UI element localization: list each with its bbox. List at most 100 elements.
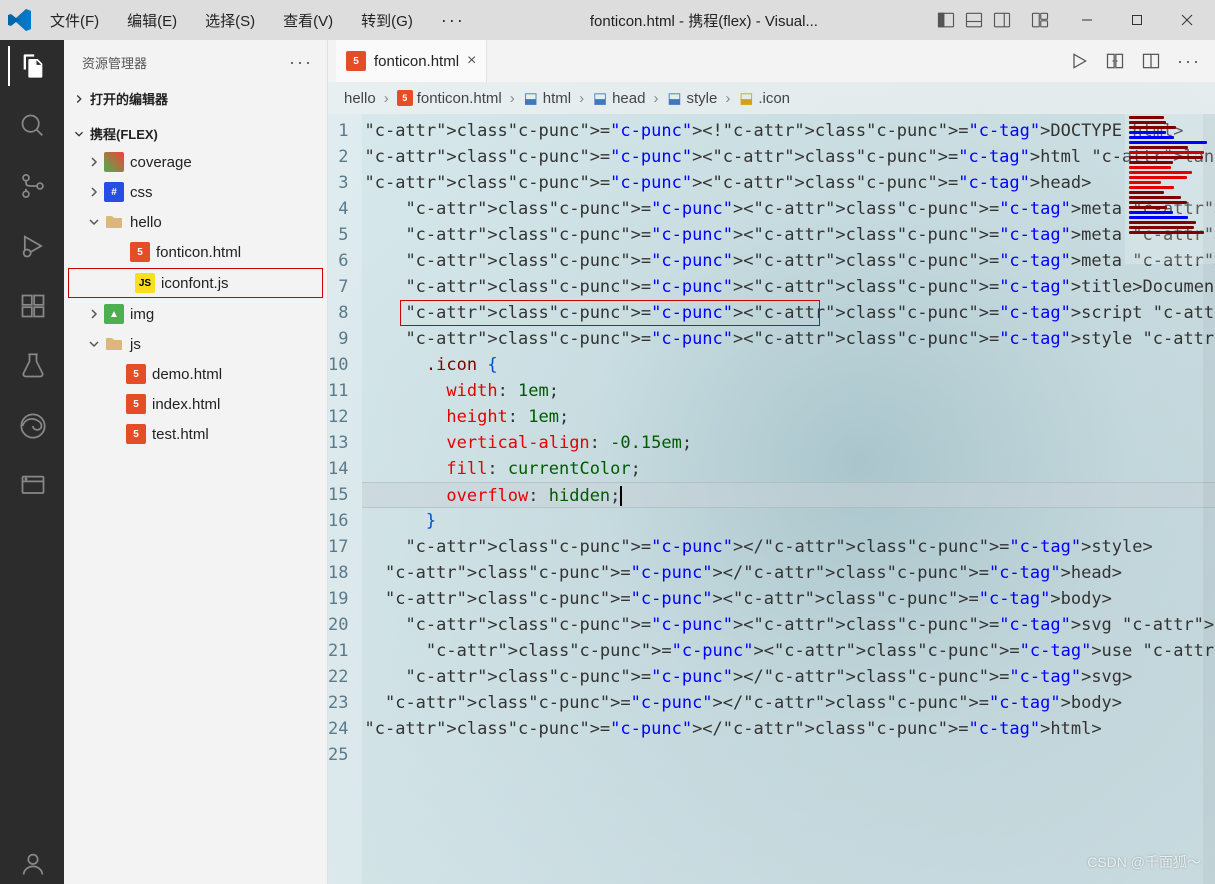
code-line-23[interactable]: "c-attr">class"c-punc">="c-punc"></"c-at… [362, 690, 1215, 716]
code-line-6[interactable]: "c-attr">class"c-punc">="c-punc"><"c-att… [362, 248, 1215, 274]
breadcrumb-style[interactable]: ⬓style [666, 90, 717, 107]
tree-label: iconfont.js [161, 275, 229, 292]
window-title: fonticon.html - 携程(flex) - Visual... [471, 10, 937, 31]
code-content[interactable]: "c-attr">class"c-punc">="c-punc"><!"c-at… [362, 114, 1215, 884]
tree-item-img[interactable]: ▲img [64, 299, 327, 329]
code-line-14[interactable]: fill: currentColor; [362, 456, 1215, 482]
section-project-label: 携程(FLEX) [90, 124, 158, 143]
tree-item-demo-html[interactable]: 5demo.html [64, 359, 327, 389]
sidebar-more[interactable]: ··· [289, 52, 313, 73]
tree-label: coverage [130, 154, 192, 171]
tree-item-test-html[interactable]: 5test.html [64, 419, 327, 449]
menu-go[interactable]: 转到(G) [355, 6, 419, 35]
vertical-scrollbar[interactable] [1203, 114, 1215, 884]
activity-edge[interactable] [8, 406, 56, 446]
window-minimize[interactable] [1067, 5, 1107, 35]
activity-source-control[interactable] [8, 166, 56, 206]
breadcrumb-html[interactable]: ⬓html [523, 90, 571, 107]
code-line-3[interactable]: "c-attr">class"c-punc">="c-punc"><"c-att… [362, 170, 1215, 196]
section-open-editors[interactable]: 打开的编辑器 [64, 85, 327, 112]
activity-explorer[interactable] [8, 46, 56, 86]
activity-testing[interactable] [8, 346, 56, 386]
code-line-12[interactable]: height: 1em; [362, 404, 1215, 430]
tree-item-iconfont-js[interactable]: JSiconfont.js [68, 268, 323, 298]
sidebar-header: 资源管理器 ··· [64, 40, 327, 81]
code-line-13[interactable]: vertical-align: -0.15em; [362, 430, 1215, 456]
activity-bar [0, 40, 64, 884]
html-file-icon: 5 [346, 51, 366, 71]
code-line-24[interactable]: "c-attr">class"c-punc">="c-punc"></"c-at… [362, 716, 1215, 742]
menu-bar: 文件(F) 编辑(E) 选择(S) 查看(V) 转到(G) ··· [44, 6, 471, 35]
tree-item-hello[interactable]: hello [64, 207, 327, 237]
activity-live-preview[interactable] [8, 466, 56, 506]
editor-more[interactable]: ··· [1177, 51, 1201, 72]
breadcrumb-fonticon.html[interactable]: 5fonticon.html [397, 90, 502, 107]
tree-label: fonticon.html [156, 244, 241, 261]
code-line-10[interactable]: .icon { [362, 352, 1215, 378]
split-diff-icon[interactable] [1105, 51, 1125, 71]
code-line-11[interactable]: width: 1em; [362, 378, 1215, 404]
tree-label: test.html [152, 426, 209, 443]
tree-item-fonticon-html[interactable]: 5fonticon.html [64, 237, 327, 267]
menu-more[interactable]: ··· [435, 6, 471, 35]
section-open-editors-label: 打开的编辑器 [90, 89, 168, 108]
tree-item-index-html[interactable]: 5index.html [64, 389, 327, 419]
code-line-21[interactable]: "c-attr">class"c-punc">="c-punc"><"c-att… [362, 638, 1215, 664]
breadcrumb-hello[interactable]: hello [344, 90, 376, 107]
section-project[interactable]: 携程(FLEX) [64, 120, 327, 147]
code-line-19[interactable]: "c-attr">class"c-punc">="c-punc"><"c-att… [362, 586, 1215, 612]
sidebar-explorer: 资源管理器 ··· 打开的编辑器 携程(FLEX) coverage #css he… [64, 40, 328, 884]
tree-label: img [130, 306, 154, 323]
file-tree: coverage #css hello 5fonticon.htmlJSiconfon… [64, 147, 327, 449]
window-close[interactable] [1167, 5, 1207, 35]
tab-fonticon[interactable]: 5 fonticon.html × [336, 40, 487, 82]
code-line-18[interactable]: "c-attr">class"c-punc">="c-punc"></"c-at… [362, 560, 1215, 586]
code-line-22[interactable]: "c-attr">class"c-punc">="c-punc"></"c-at… [362, 664, 1215, 690]
editor-area: 5 fonticon.html × ··· hello›5fonticon.ht… [328, 40, 1215, 884]
tab-close-button[interactable]: × [467, 52, 476, 70]
code-line-25[interactable] [362, 742, 1215, 768]
activity-extensions[interactable] [8, 286, 56, 326]
menu-file[interactable]: 文件(F) [44, 6, 105, 35]
code-line-17[interactable]: "c-attr">class"c-punc">="c-punc"></"c-at… [362, 534, 1215, 560]
menu-selection[interactable]: 选择(S) [199, 6, 261, 35]
code-line-1[interactable]: "c-attr">class"c-punc">="c-punc"><!"c-at… [362, 118, 1215, 144]
run-icon[interactable] [1069, 51, 1089, 71]
sidebar-title: 资源管理器 [82, 53, 147, 72]
code-line-15[interactable]: overflow: hidden; [362, 482, 1215, 508]
vscode-logo-icon [8, 8, 32, 32]
menu-edit[interactable]: 编辑(E) [121, 6, 183, 35]
code-line-2[interactable]: "c-attr">class"c-punc">="c-punc"><"c-att… [362, 144, 1215, 170]
breadcrumb-.icon[interactable]: ⬓.icon [738, 90, 790, 107]
tree-label: hello [130, 214, 162, 231]
code-line-9[interactable]: "c-attr">class"c-punc">="c-punc"><"c-att… [362, 326, 1215, 352]
activity-accounts[interactable] [8, 844, 56, 884]
code-line-20[interactable]: "c-attr">class"c-punc">="c-punc"><"c-att… [362, 612, 1215, 638]
layout-right-icon[interactable] [993, 11, 1011, 29]
split-right-icon[interactable] [1141, 51, 1161, 71]
tree-label: demo.html [152, 366, 222, 383]
breadcrumb-head[interactable]: ⬓head [592, 90, 645, 107]
tree-item-css[interactable]: #css [64, 177, 327, 207]
code-area[interactable]: 1234567891011121314151617181920212223242… [328, 114, 1215, 884]
code-line-5[interactable]: "c-attr">class"c-punc">="c-punc"><"c-att… [362, 222, 1215, 248]
code-line-7[interactable]: "c-attr">class"c-punc">="c-punc"><"c-att… [362, 274, 1215, 300]
menu-view[interactable]: 查看(V) [277, 6, 339, 35]
layout-customize-icon[interactable] [1031, 11, 1049, 29]
layout-left-icon[interactable] [937, 11, 955, 29]
breadcrumb: hello›5fonticon.html›⬓html›⬓head›⬓style›… [328, 82, 1215, 114]
window-maximize[interactable] [1117, 5, 1157, 35]
tree-item-js[interactable]: js [64, 329, 327, 359]
tree-item-coverage[interactable]: coverage [64, 147, 327, 177]
tree-label: index.html [152, 396, 220, 413]
layout-bottom-icon[interactable] [965, 11, 983, 29]
code-line-8[interactable]: "c-attr">class"c-punc">="c-punc"><"c-att… [362, 300, 1215, 326]
titlebar-actions [937, 5, 1207, 35]
tree-label: css [130, 184, 153, 201]
title-bar: 文件(F) 编辑(E) 选择(S) 查看(V) 转到(G) ··· fontic… [0, 0, 1215, 40]
code-line-4[interactable]: "c-attr">class"c-punc">="c-punc"><"c-att… [362, 196, 1215, 222]
tree-label: js [130, 336, 141, 353]
activity-run-debug[interactable] [8, 226, 56, 266]
activity-search[interactable] [8, 106, 56, 146]
code-line-16[interactable]: } [362, 508, 1215, 534]
